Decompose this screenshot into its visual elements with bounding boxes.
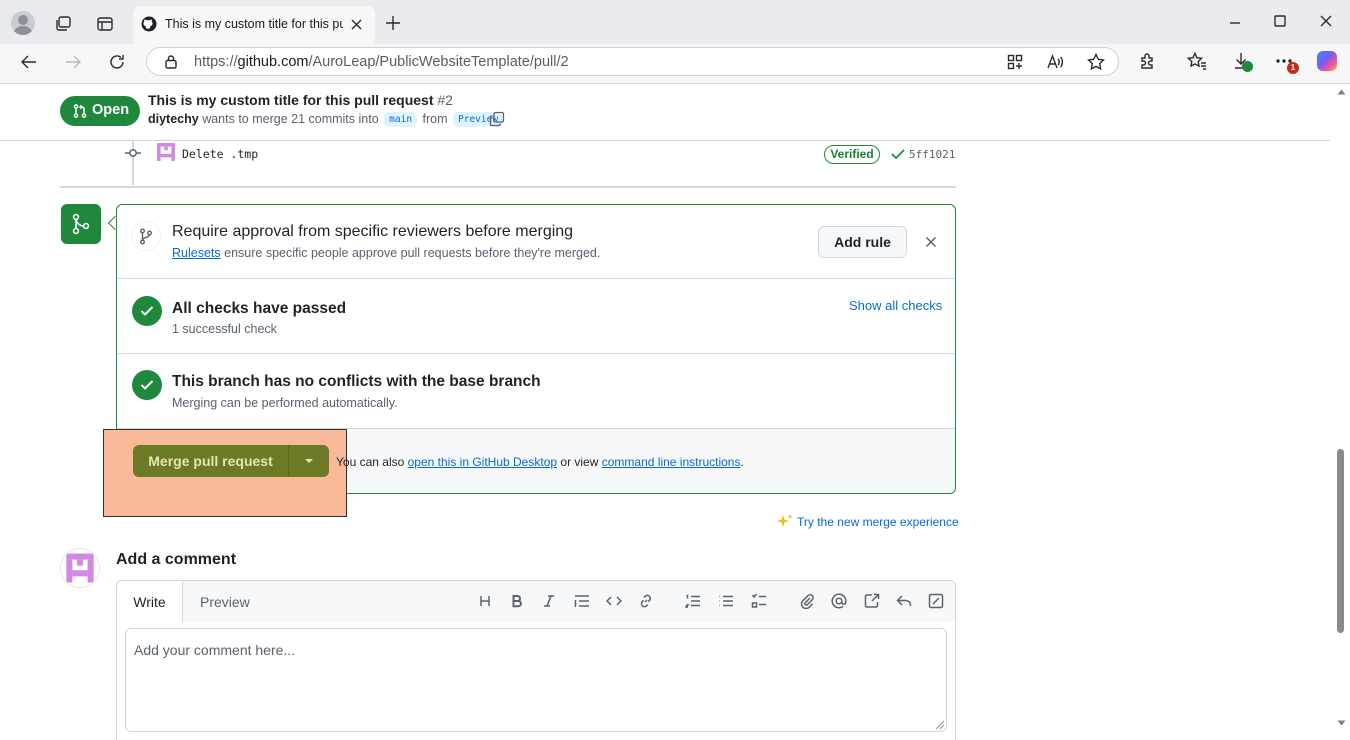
task-list-icon[interactable]	[751, 593, 767, 609]
mention-icon[interactable]	[831, 593, 847, 609]
pull-request-icon	[73, 104, 87, 118]
checks-passed-icon	[132, 296, 162, 326]
tab-write[interactable]: Write	[117, 581, 183, 623]
check-icon	[140, 380, 154, 390]
github-favicon-icon	[141, 16, 157, 32]
github-page: Open This is my custom title for this pu…	[0, 85, 1333, 740]
merge-status-icon	[61, 204, 101, 244]
scrollbar-thumb[interactable]	[1337, 449, 1344, 633]
favorites-icon[interactable]	[1187, 52, 1207, 70]
commit-author-avatar[interactable]	[157, 143, 175, 161]
merge-pull-request-button[interactable]: Merge pull request	[133, 445, 288, 477]
merge-pull-request-button-group: Merge pull request	[133, 445, 329, 477]
command-line-instructions-link[interactable]: command line instructions	[602, 455, 741, 469]
check-icon	[891, 149, 905, 160]
copilot-icon[interactable]	[1317, 51, 1337, 71]
maximize-icon[interactable]	[1274, 15, 1286, 27]
tab-title: This is my custom title for this pull re…	[165, 17, 343, 31]
saved-replies-icon[interactable]	[896, 593, 912, 609]
comment-placeholder: Add your comment here...	[134, 642, 296, 658]
tab-actions-icon[interactable]	[96, 15, 114, 33]
link-icon[interactable]	[638, 593, 654, 609]
pr-author-link[interactable]: diytechy	[148, 112, 199, 126]
copy-branch-icon[interactable]	[489, 111, 505, 127]
workspaces-icon[interactable]	[54, 15, 72, 33]
add-rule-button[interactable]: Add rule	[818, 226, 907, 258]
refresh-icon[interactable]	[108, 53, 126, 71]
git-merge-icon	[72, 213, 90, 235]
pr-sticky-header: Open This is my custom title for this pu…	[0, 85, 1330, 141]
cross-reference-icon[interactable]	[864, 593, 880, 609]
git-branch-icon	[140, 228, 152, 245]
conflicts-title: This branch has no conflicts with the ba…	[172, 373, 541, 390]
ruleset-section: Require approval from specific reviewers…	[117, 205, 955, 279]
conflicts-section: This branch has no conflicts with the ba…	[117, 354, 955, 429]
current-user-avatar[interactable]	[60, 548, 100, 588]
add-comment-heading: Add a comment	[116, 551, 237, 568]
commit-message[interactable]: Delete .tmp	[182, 147, 258, 161]
comment-textarea[interactable]: Add your comment here...	[125, 628, 947, 732]
show-all-checks-link[interactable]: Show all checks	[849, 298, 942, 313]
ruleset-title: Require approval from specific reviewers…	[172, 223, 574, 240]
merge-options-dropdown[interactable]	[289, 445, 329, 477]
commit-sha[interactable]: 5ff1021	[909, 148, 955, 161]
checks-desc: 1 successful check	[172, 322, 277, 336]
notification-badge: 1	[1287, 62, 1299, 74]
conflicts-desc: Merging can be performed automatically.	[172, 396, 398, 410]
no-conflicts-icon	[132, 370, 162, 400]
back-icon[interactable]	[20, 53, 38, 71]
checks-section: All checks have passed 1 successful chec…	[117, 279, 955, 354]
heading-icon[interactable]	[478, 594, 492, 608]
download-complete-badge	[1242, 61, 1253, 72]
active-tab[interactable]: This is my custom title for this pull re…	[133, 6, 375, 44]
bold-icon[interactable]	[510, 594, 524, 608]
scroll-down-icon[interactable]	[1337, 720, 1346, 726]
triangle-down-icon	[305, 459, 313, 463]
commit-icon	[125, 149, 141, 157]
new-tab-icon[interactable]	[385, 15, 401, 31]
scrollbar[interactable]	[1333, 85, 1350, 740]
sparkle-icon	[777, 514, 793, 527]
url-text[interactable]: https://github.com/AuroLeap/PublicWebsit…	[194, 54, 569, 70]
resize-handle-icon[interactable]	[935, 720, 945, 730]
branch-rule-icon-wrap	[131, 221, 161, 251]
try-new-merge-experience-link[interactable]: Try the new merge experience	[797, 515, 959, 529]
timeline-divider	[60, 186, 956, 188]
scroll-up-icon[interactable]	[1337, 89, 1346, 95]
quote-icon[interactable]	[574, 594, 590, 608]
check-icon	[140, 306, 154, 316]
open-github-desktop-link[interactable]: open this in GitHub Desktop	[408, 455, 557, 469]
tab-preview[interactable]: Preview	[200, 581, 250, 623]
ruleset-desc: Rulesets ensure specific people approve …	[172, 246, 601, 260]
code-icon[interactable]	[606, 594, 622, 608]
read-aloud-icon[interactable]	[1047, 54, 1064, 70]
pr-subtitle: diytechy wants to merge 21 commits into …	[148, 112, 505, 127]
address-bar[interactable]: https://github.com/AuroLeap/PublicWebsit…	[146, 47, 1119, 76]
pr-title: This is my custom title for this pull re…	[148, 92, 453, 108]
extensions-icon[interactable]	[1139, 52, 1157, 70]
profile-avatar-icon[interactable]	[11, 11, 35, 35]
dismiss-icon[interactable]	[925, 236, 937, 248]
favorite-star-icon[interactable]	[1087, 53, 1105, 71]
base-branch[interactable]: main	[384, 112, 418, 127]
italic-icon[interactable]	[542, 594, 556, 608]
slash-commands-icon[interactable]	[928, 593, 944, 609]
pr-state-badge: Open	[60, 96, 140, 126]
forward-icon[interactable]	[64, 53, 82, 71]
verified-badge[interactable]: Verified	[824, 145, 880, 164]
bulleted-list-icon[interactable]	[718, 594, 734, 608]
app-available-icon[interactable]	[1007, 54, 1023, 70]
merge-alternatives-text: You can also open this in GitHub Desktop…	[336, 455, 744, 469]
checks-title: All checks have passed	[172, 300, 347, 317]
minimize-icon[interactable]	[1229, 17, 1241, 29]
close-tab-icon[interactable]	[351, 19, 362, 30]
lock-icon[interactable]	[164, 54, 178, 69]
rulesets-link[interactable]: Rulesets	[172, 246, 221, 260]
numbered-list-icon[interactable]	[685, 594, 701, 608]
close-window-icon[interactable]	[1320, 15, 1332, 27]
comment-toolbar: Write Preview	[116, 580, 956, 623]
browser-tab-strip: This is my custom title for this pull re…	[0, 0, 1350, 44]
attachment-icon[interactable]	[799, 593, 815, 609]
